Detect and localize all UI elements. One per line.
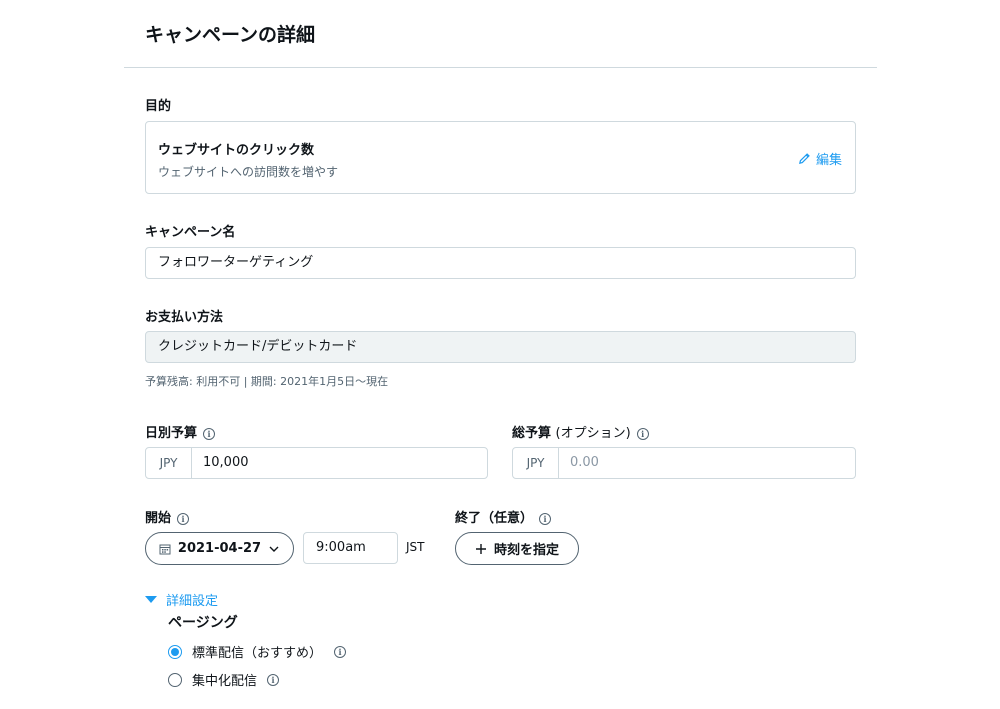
info-icon[interactable]: i [539,512,552,525]
daily-budget-label-text: 日別予算 [145,426,198,441]
end-label: 終了（任意） i [455,507,552,526]
objective-title: ウェブサイトのクリック数 [158,143,315,158]
info-icon[interactable]: i [636,427,649,440]
pacing-option-label: 集中化配信 [192,674,258,689]
total-budget-label-text: 総予算 [512,426,552,441]
calendar-icon [159,544,171,554]
edit-label: 編集 [815,153,842,168]
radio-button[interactable] [168,644,182,659]
payment-method-field: クレジットカード/デビットカード [145,331,856,363]
advanced-settings-toggle[interactable]: 詳細設定 [145,590,218,609]
daily-budget-field[interactable]: JPY 10,000 [145,447,488,479]
start-label: 開始 i [145,507,190,526]
edit-objective-button[interactable]: 編集 [798,149,842,168]
title-divider [124,67,877,68]
end-label-text: 終了（任意） [455,511,534,526]
objective-box: ウェブサイトのクリック数 ウェブサイトへの訪問数を増やす 編集 [145,121,856,194]
page-title: キャンペーンの詳細 [145,24,316,46]
payment-helper-text: 予算残高: 利用不可 | 期間: 2021年1月5日～現在 [145,375,389,388]
radio-button[interactable] [168,672,182,687]
set-end-time-button[interactable]: 時刻を指定 [455,532,579,565]
total-budget-input[interactable]: 0.00 [559,448,599,478]
payment-method-label: お支払い方法 [145,310,224,325]
timezone-label: JST [406,540,425,554]
info-icon[interactable]: i [177,512,190,525]
triangle-down-icon [145,596,157,603]
total-budget-label-suffix: (オプション) [555,426,631,441]
pencil-icon [799,153,810,164]
total-budget-label: 総予算 (オプション) i [512,422,649,441]
objective-label: 目的 [145,99,172,114]
daily-budget-label: 日別予算 i [145,422,216,441]
chevron-down-icon [269,546,279,552]
info-icon[interactable]: i [203,427,216,440]
campaign-name-input[interactable]: フォロワーターゲティング [145,247,856,279]
pacing-option-standard[interactable]: 標準配信（おすすめ） i [168,642,347,661]
pacing-label: ページング [168,615,238,631]
info-icon[interactable]: i [334,645,347,658]
currency-prefix: JPY [146,448,192,478]
currency-prefix: JPY [513,448,559,478]
start-date-value: 2021-04-27 [177,541,262,556]
start-time-input[interactable]: 9:00am [303,532,398,564]
advanced-settings-label: 詳細設定 [166,594,219,609]
info-icon[interactable]: i [267,673,280,686]
objective-description: ウェブサイトへの訪問数を増やす [158,165,339,179]
daily-budget-input[interactable]: 10,000 [192,448,249,478]
total-budget-field[interactable]: JPY 0.00 [512,447,856,479]
start-label-text: 開始 [145,511,172,526]
plus-icon [475,543,486,554]
campaign-name-label: キャンペーン名 [145,225,236,240]
start-date-button[interactable]: 2021-04-27 [145,532,294,565]
set-end-time-label: 時刻を指定 [493,543,559,558]
pacing-option-label: 標準配信（おすすめ） [192,646,323,661]
pacing-option-accelerated[interactable]: 集中化配信 i [168,670,280,689]
